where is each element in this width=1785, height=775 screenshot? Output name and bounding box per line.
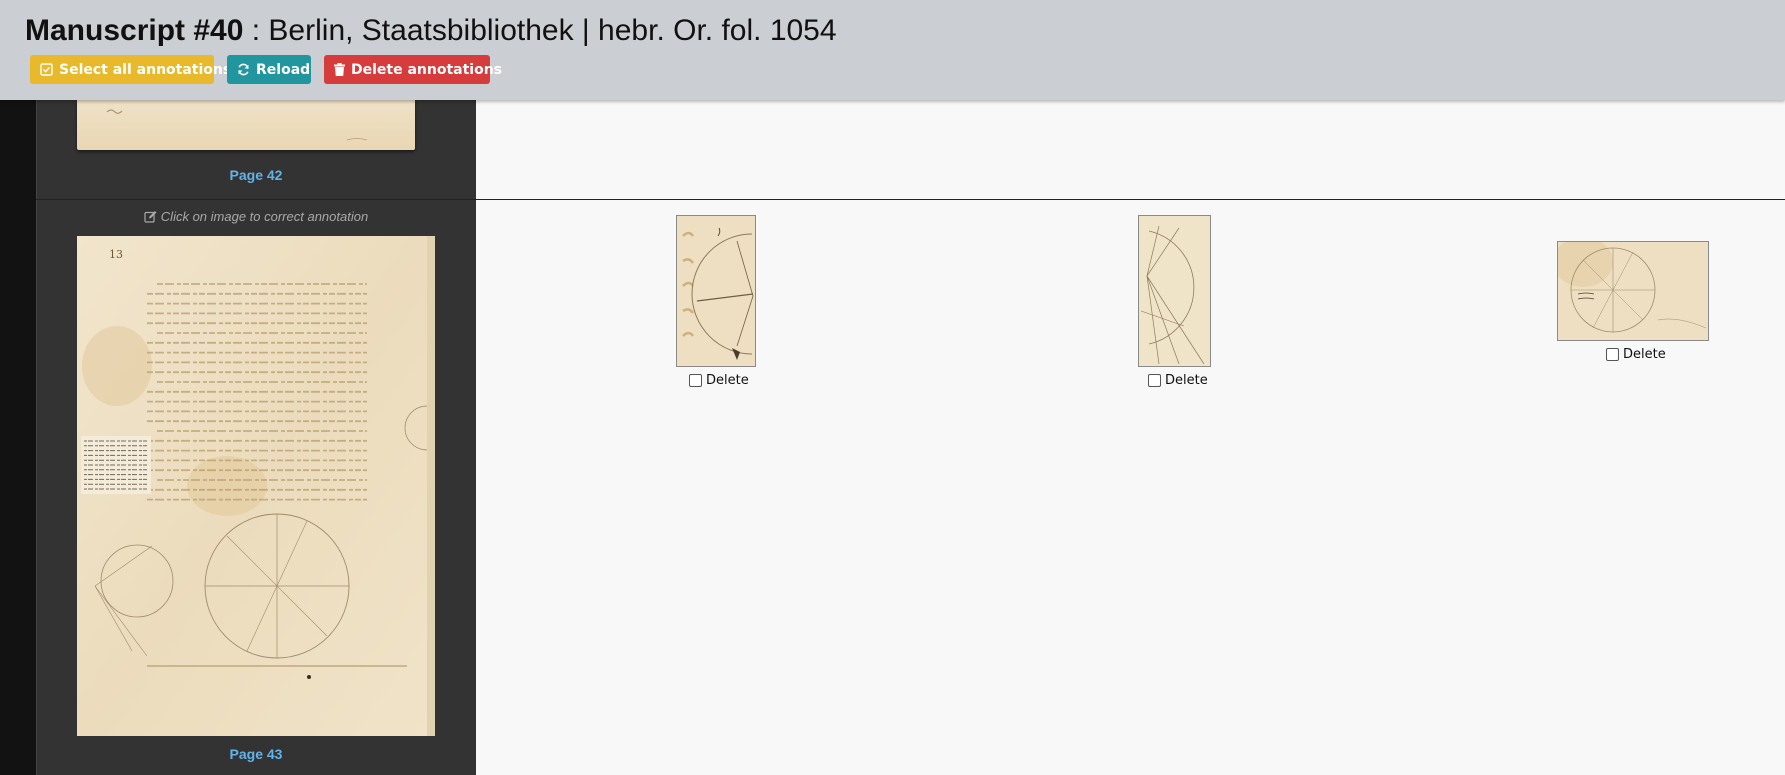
annotation-thumbnail-3[interactable] — [1553, 237, 1709, 341]
toolbar: Select all annotations Reload Delete ann… — [30, 55, 502, 84]
correct-annotation-hint: Click on image to correct annotation — [36, 209, 476, 226]
edit-icon — [144, 210, 157, 226]
delete-checkbox[interactable] — [1148, 374, 1161, 387]
manuscript-label: Manuscript #40 — [25, 14, 244, 47]
trash-icon — [334, 63, 345, 76]
delete-annotations-button[interactable]: Delete annotations — [324, 55, 502, 84]
hint-text: Click on image to correct annotation — [160, 209, 369, 224]
page-43-scan: 13 — [77, 236, 435, 736]
page-title: Manuscript #40 : Berlin, Staatsbibliothe… — [25, 14, 837, 48]
page-43-image[interactable]: 13 — [77, 236, 435, 736]
page-42-image[interactable] — [77, 100, 415, 150]
refresh-icon — [237, 63, 250, 76]
delete-annotations-label: Delete annotations — [351, 61, 503, 78]
annotation-1-image — [677, 216, 755, 366]
delete-label: Delete — [1165, 373, 1208, 388]
annotation-3-image — [1553, 237, 1708, 340]
annotation-3-delete: Delete — [1606, 347, 1666, 362]
delete-checkbox[interactable] — [689, 374, 702, 387]
delete-label: Delete — [1623, 347, 1666, 362]
select-all-label: Select all annotations — [59, 61, 232, 78]
page-42-label[interactable]: Page 42 — [36, 167, 476, 183]
annotation-2-image — [1139, 216, 1210, 366]
page-42-scribble — [106, 109, 368, 141]
page-43-label[interactable]: Page 43 — [36, 746, 476, 762]
svg-text:13: 13 — [109, 248, 123, 261]
left-gutter — [0, 100, 36, 775]
annotation-2-delete: Delete — [1148, 373, 1208, 388]
annotation-thumbnail-2[interactable] — [1138, 215, 1211, 367]
header-bar: Manuscript #40 : Berlin, Staatsbibliothe… — [0, 0, 1785, 100]
delete-checkbox[interactable] — [1606, 348, 1619, 361]
reload-label: Reload — [256, 61, 311, 78]
delete-label: Delete — [706, 373, 749, 388]
reload-button[interactable]: Reload — [227, 55, 311, 84]
annotation-thumbnail-1[interactable] — [676, 215, 756, 367]
annotation-1-delete: Delete — [689, 373, 749, 388]
check-square-icon — [40, 63, 53, 76]
manuscript-subtitle: : Berlin, Staatsbibliothek | hebr. Or. f… — [243, 14, 837, 47]
select-all-annotations-button[interactable]: Select all annotations — [30, 55, 231, 84]
row-divider — [36, 199, 1785, 200]
